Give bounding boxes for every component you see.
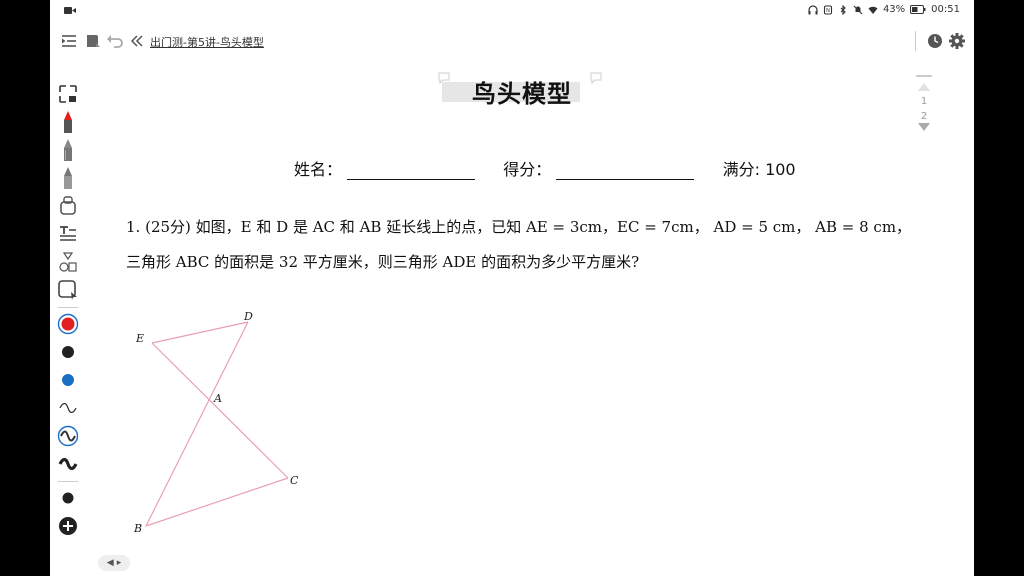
color-swatch-black[interactable] xyxy=(56,340,80,364)
pen-tool-red[interactable] xyxy=(56,110,80,134)
palette-divider xyxy=(58,307,78,308)
notebook-icon[interactable] xyxy=(84,32,102,50)
label-D: D xyxy=(243,310,253,323)
triangle-figure: D E A C B xyxy=(133,310,299,535)
wave-thick-icon xyxy=(58,457,78,471)
question-number: 1. xyxy=(126,218,141,236)
headphones-icon xyxy=(808,4,818,14)
dot-icon xyxy=(62,492,74,504)
horizontal-scroll-handle[interactable]: ◀ ▸ xyxy=(98,555,130,571)
svg-text:N: N xyxy=(826,8,830,14)
palette-divider xyxy=(58,481,78,482)
double-chevron-left-icon[interactable] xyxy=(128,32,146,50)
status-indicators: N 43% 00:51 xyxy=(808,4,960,15)
segment-EC xyxy=(151,342,289,479)
name-field[interactable] xyxy=(347,161,476,180)
full-score-label: 满分: 100 xyxy=(722,160,796,179)
pen-icon xyxy=(64,111,72,133)
question-line-2: 三角形 ABC 的面积是 32 平方厘米，则三角形 ADE 的面积为多少平方厘米… xyxy=(126,253,640,271)
bluetooth-icon xyxy=(840,4,846,15)
pencil-tool[interactable] xyxy=(56,138,80,162)
region-select-tool[interactable] xyxy=(56,278,80,302)
add-tool-button[interactable] xyxy=(56,514,80,538)
breadcrumb[interactable]: 出门测-第5讲-鸟头模型 xyxy=(150,34,264,50)
name-label: 姓名： xyxy=(294,160,343,179)
stroke-medium[interactable] xyxy=(56,424,80,448)
stroke-thick[interactable] xyxy=(56,452,80,476)
stroke-thin[interactable] xyxy=(56,396,80,420)
question-1: 1. (25分) 如图，E 和 D 是 AC 和 AB 延长线上的点，已知 AE… xyxy=(126,210,946,280)
marker-icon xyxy=(64,167,72,189)
label-C: C xyxy=(290,474,299,487)
menu-collapse-icon[interactable] xyxy=(60,32,78,50)
top-toolbar: 出门测-第5讲-鸟头模型 xyxy=(50,28,974,56)
color-swatch-red[interactable] xyxy=(56,312,80,336)
label-E: E xyxy=(135,332,144,345)
blue-swatch-icon xyxy=(62,374,74,386)
gear-icon[interactable] xyxy=(948,32,966,50)
wifi-icon xyxy=(868,6,878,14)
question-text-line-1: 如图，E 和 D 是 AC 和 AB 延长线上的点，已知 AE = 3cm，EC… xyxy=(195,218,912,236)
segment-BC xyxy=(145,477,289,527)
toolbar-divider xyxy=(915,31,916,51)
label-B: B xyxy=(133,522,142,535)
wave-thin-icon xyxy=(59,402,77,414)
nfc-icon: N xyxy=(823,4,832,15)
status-bar: N 43% 00:51 xyxy=(50,0,974,22)
shape-tool[interactable] xyxy=(56,250,80,274)
shapes-icon xyxy=(59,252,77,272)
marker-tool[interactable] xyxy=(56,166,80,190)
segment-ED xyxy=(151,321,249,344)
battery-icon xyxy=(910,5,926,14)
undo-icon[interactable] xyxy=(106,32,124,50)
wave-medium-icon xyxy=(57,425,79,447)
score-label: 得分： xyxy=(503,160,552,179)
question-line-1: 1. (25分) 如图，E 和 D 是 AC 和 AB 延长线上的点，已知 AE… xyxy=(126,210,946,245)
dot-tool[interactable] xyxy=(56,486,80,510)
app-screen: N 43% 00:51 出门测-第5讲-鸟头模型 1 2 鸟头模型 姓名： 得分… xyxy=(50,0,974,576)
text-tool[interactable] xyxy=(56,222,80,246)
region-select-icon xyxy=(58,280,77,300)
clock-time: 00:51 xyxy=(931,4,960,15)
plus-circle-icon xyxy=(59,517,77,535)
caret-right-icon: ▸ xyxy=(116,558,122,568)
red-swatch-icon xyxy=(57,313,79,335)
score-field[interactable] xyxy=(556,161,695,180)
question-points: (25分) xyxy=(145,218,191,236)
video-record-icon xyxy=(64,7,76,14)
page-title: 鸟头模型 xyxy=(472,80,572,108)
label-A: A xyxy=(213,392,222,405)
mute-icon xyxy=(853,5,863,14)
clock-icon[interactable] xyxy=(926,32,944,50)
text-format-icon xyxy=(60,226,76,241)
eraser-tool[interactable] xyxy=(56,194,80,218)
caret-left-icon: ◀ xyxy=(106,558,114,568)
battery-percent: 43% xyxy=(882,4,906,15)
color-swatch-blue[interactable] xyxy=(56,368,80,392)
page-number-2[interactable]: 2 xyxy=(912,111,936,122)
eraser-icon xyxy=(60,196,76,215)
page-down-icon[interactable] xyxy=(917,122,931,132)
pencil-icon xyxy=(64,139,72,161)
black-swatch-icon xyxy=(62,346,74,358)
student-info-row: 姓名： 得分： 满分: 100 xyxy=(294,156,796,180)
